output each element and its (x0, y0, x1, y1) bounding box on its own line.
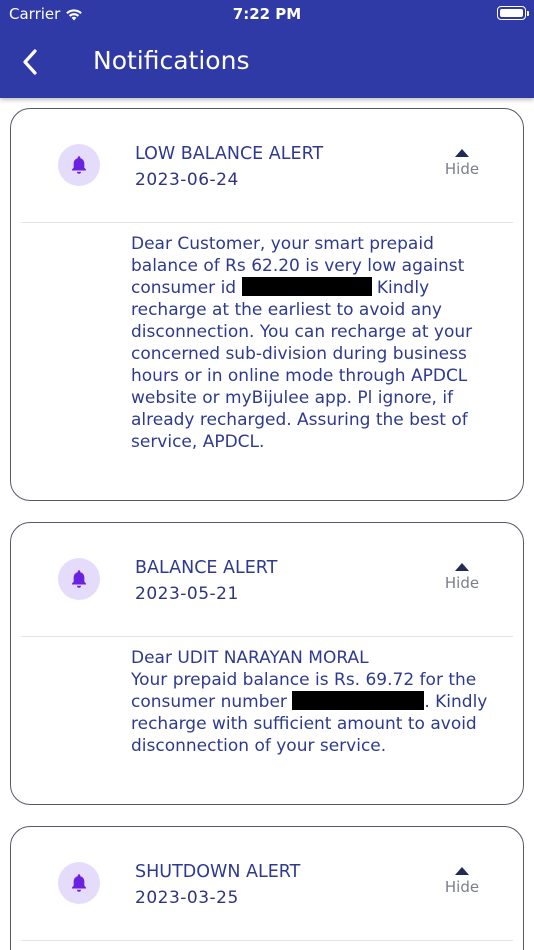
bell-icon (71, 570, 87, 588)
caret-up-icon (455, 867, 469, 875)
alert-date: 2023-06-24 (135, 170, 239, 190)
alert-date: 2023-05-21 (135, 584, 239, 604)
page-title: Notifications (93, 46, 250, 75)
back-chevron-icon (23, 49, 37, 75)
notification-list[interactable]: LOW BALANCE ALERT 2023-06-24 Hide Dear C… (0, 98, 534, 950)
divider (21, 636, 513, 637)
hide-label: Hide (444, 160, 480, 178)
alert-message: Dear Customer, your smart prepaid balanc… (131, 233, 491, 453)
message-greeting: Dear UDIT NARAYAN MORAL (131, 648, 369, 668)
divider (21, 222, 513, 223)
hide-button[interactable]: Hide (436, 563, 488, 592)
alert-message: Dear UDIT NARAYAN MORAL Your prepaid bal… (131, 647, 491, 757)
alert-title: LOW BALANCE ALERT (135, 144, 324, 164)
caret-up-icon (455, 563, 469, 571)
app-header: Carrier 7:22 PM Notifications (0, 0, 534, 98)
bell-avatar (58, 144, 100, 186)
hide-button[interactable]: Hide (436, 149, 488, 178)
alert-title: BALANCE ALERT (135, 558, 278, 578)
bell-avatar (58, 558, 100, 600)
bell-icon (71, 156, 87, 174)
back-button[interactable] (14, 46, 46, 78)
status-bar: Carrier 7:22 PM (0, 0, 534, 28)
battery-icon (497, 6, 529, 20)
notification-card: BALANCE ALERT 2023-05-21 Hide Dear UDIT … (10, 522, 524, 805)
redacted-consumer-number (292, 691, 425, 710)
hide-label: Hide (444, 574, 480, 592)
bell-icon (71, 874, 87, 892)
hide-button[interactable]: Hide (436, 867, 488, 896)
bell-avatar (58, 862, 100, 904)
alert-date: 2023-03-25 (135, 888, 239, 908)
caret-up-icon (455, 149, 469, 157)
notification-card: LOW BALANCE ALERT 2023-06-24 Hide Dear C… (10, 108, 524, 501)
divider (21, 940, 513, 941)
message-text: Kindly recharge at the earliest to avoid… (131, 278, 473, 452)
hide-label: Hide (444, 878, 480, 896)
alert-title: SHUTDOWN ALERT (135, 862, 301, 882)
notification-card: SHUTDOWN ALERT 2023-03-25 Hide (10, 826, 524, 950)
status-time: 7:22 PM (232, 5, 302, 23)
redacted-consumer-id (241, 277, 372, 296)
